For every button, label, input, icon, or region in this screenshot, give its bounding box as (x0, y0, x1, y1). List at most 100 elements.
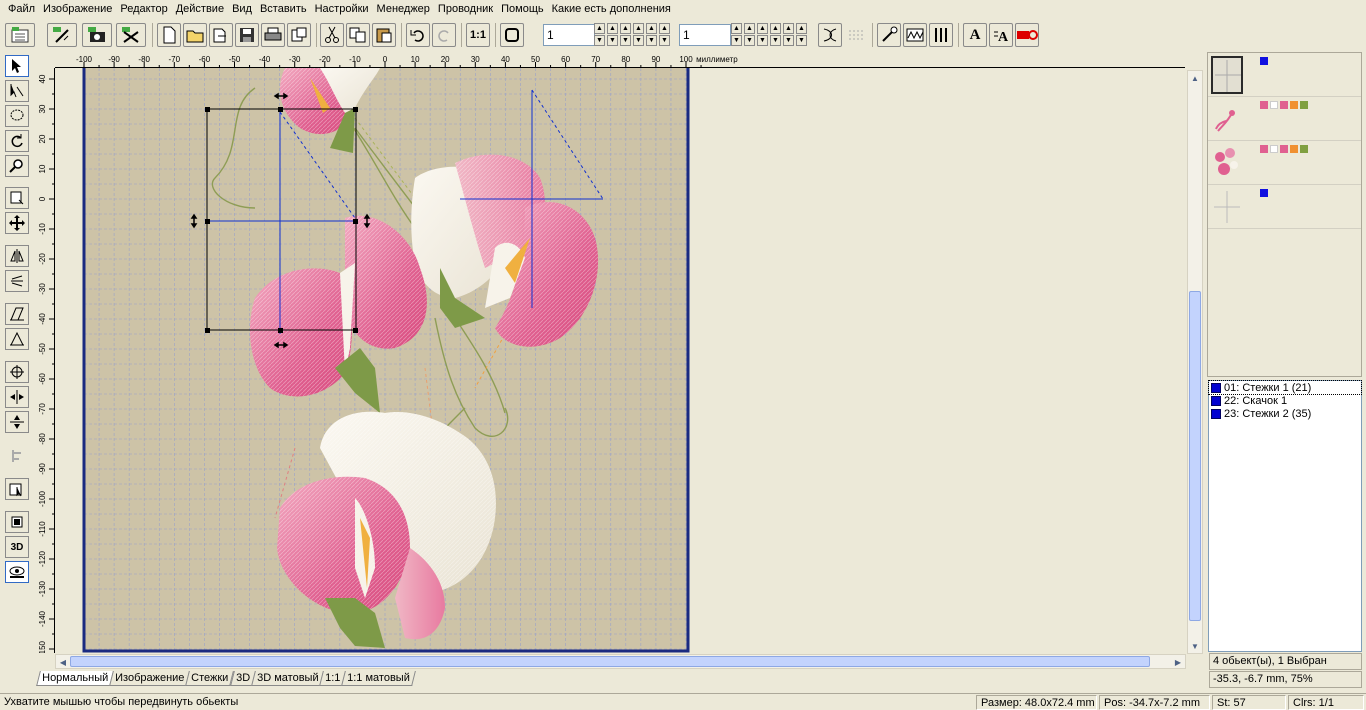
hoop-icon[interactable] (5, 23, 35, 47)
menu-editor[interactable]: Редактор (116, 0, 171, 18)
menu-settings[interactable]: Настройки (311, 0, 373, 18)
tab-stitches[interactable]: Стежки (185, 671, 235, 686)
list-item[interactable]: 01: Стежки 1 (21) (1208, 380, 1362, 395)
menu-addons[interactable]: Какие есть дополнения (548, 0, 675, 18)
resize-handle[interactable] (353, 328, 358, 333)
resize-handle[interactable] (205, 328, 210, 333)
text-tool-button[interactable]: A (963, 23, 987, 47)
spin-down-icon[interactable]: ▼ (731, 35, 742, 46)
spin-down-icon[interactable]: ▼ (796, 35, 807, 46)
view-3d-button[interactable]: 3D (5, 536, 29, 558)
mirror-vertical-icon[interactable] (5, 270, 29, 292)
stitch-path-icon[interactable] (818, 23, 842, 47)
stitch-select-icon[interactable] (5, 478, 29, 500)
spin-down-icon[interactable]: ▼ (757, 35, 768, 46)
align-vertical-icon[interactable] (5, 411, 29, 433)
spin-up-icon[interactable]: ▲ (757, 23, 768, 34)
scroll-up-icon[interactable]: ▲ (1188, 71, 1202, 85)
stitch-wand-icon[interactable] (47, 23, 77, 47)
menu-view[interactable]: Вид (228, 0, 256, 18)
lasso-icon[interactable] (5, 105, 29, 127)
spin-up-icon[interactable]: ▲ (796, 23, 807, 34)
dongle-key-icon[interactable] (1015, 23, 1039, 47)
menu-help[interactable]: Помощь (497, 0, 548, 18)
thumbnail-row[interactable] (1208, 53, 1361, 97)
menu-insert[interactable]: Вставить (256, 0, 311, 18)
thumbnail-row[interactable] (1208, 141, 1361, 185)
stitch-count-input-2[interactable]: 1 (679, 24, 731, 46)
node-edit-icon[interactable] (5, 80, 29, 102)
spin-down-icon[interactable]: ▼ (744, 35, 755, 46)
scroll-left-icon[interactable]: ◀ (56, 655, 70, 669)
resize-handle[interactable] (205, 107, 210, 112)
realistic-view-icon[interactable] (5, 561, 29, 583)
spin-up-icon[interactable]: ▲ (770, 23, 781, 34)
spin-down-icon[interactable]: ▼ (620, 35, 631, 46)
resize-handle[interactable] (278, 328, 283, 333)
save-icon[interactable] (235, 23, 259, 47)
vertical-scrollbar[interactable]: ▲ ▼ (1187, 70, 1203, 654)
scroll-thumb[interactable] (70, 656, 1150, 667)
menu-explorer[interactable]: Проводник (434, 0, 497, 18)
redo-icon[interactable] (432, 23, 456, 47)
waveform-icon[interactable] (903, 23, 927, 47)
text-path-icon[interactable]: A (989, 23, 1013, 47)
move-icon[interactable] (5, 212, 29, 234)
menu-image[interactable]: Изображение (39, 0, 116, 18)
angle-icon[interactable] (5, 328, 29, 350)
resize-handle[interactable] (353, 219, 358, 224)
scroll-thumb[interactable] (1189, 291, 1201, 621)
cut-icon[interactable] (320, 23, 344, 47)
horizontal-scrollbar[interactable]: ◀ ▶ (55, 654, 1186, 669)
spin-down-icon[interactable]: ▼ (646, 35, 657, 46)
skew-icon[interactable] (5, 303, 29, 325)
spin-up-icon[interactable]: ▲ (783, 23, 794, 34)
tab-1to1-matte[interactable]: 1:1 матовый (341, 671, 417, 686)
spin-up-icon[interactable]: ▲ (633, 23, 644, 34)
scroll-down-icon[interactable]: ▼ (1188, 639, 1202, 653)
mirror-horizontal-icon[interactable] (5, 245, 29, 267)
open-file-icon[interactable] (209, 23, 233, 47)
grid-cross-icon[interactable] (116, 23, 146, 47)
print-icon[interactable] (261, 23, 285, 47)
magic-wand-icon[interactable] (877, 23, 901, 47)
resize-handle[interactable] (353, 107, 358, 112)
list-item[interactable]: 23: Стежки 2 (35) (1209, 407, 1361, 420)
export-icon[interactable] (287, 23, 311, 47)
menu-file[interactable]: Файл (4, 0, 39, 18)
undo-icon[interactable] (406, 23, 430, 47)
tab-3d-matte[interactable]: 3D матовый (250, 671, 325, 686)
design-canvas[interactable] (55, 68, 1185, 653)
copy-icon[interactable] (346, 23, 370, 47)
spin-down-icon[interactable]: ▼ (633, 35, 644, 46)
spin-down-icon[interactable]: ▼ (659, 35, 670, 46)
tab-image[interactable]: Изображение (109, 671, 191, 686)
open-folder-icon[interactable] (183, 23, 207, 47)
stitch-count-input-1[interactable]: 1 (543, 24, 595, 46)
rotate-icon[interactable] (5, 130, 29, 152)
distribute-icon[interactable] (5, 445, 29, 467)
thumbnail-row[interactable] (1208, 97, 1361, 141)
spin-down-icon[interactable]: ▼ (594, 35, 605, 46)
tab-normal[interactable]: Нормальный (36, 671, 115, 686)
menu-manager[interactable]: Менеджер (373, 0, 434, 18)
spin-down-icon[interactable]: ▼ (783, 35, 794, 46)
spin-up-icon[interactable]: ▲ (646, 23, 657, 34)
spin-up-icon[interactable]: ▲ (607, 23, 618, 34)
density-icon[interactable] (929, 23, 953, 47)
zoom-1to1-button[interactable]: 1:1 (466, 23, 490, 47)
spin-up-icon[interactable]: ▲ (620, 23, 631, 34)
select-arrow-icon[interactable] (5, 55, 29, 77)
spin-up-icon[interactable]: ▲ (659, 23, 670, 34)
paste-icon[interactable] (372, 23, 396, 47)
menu-action[interactable]: Действие (172, 0, 228, 18)
resize-handle[interactable] (205, 219, 210, 224)
scroll-right-icon[interactable]: ▶ (1171, 655, 1185, 669)
thumbnail-row[interactable] (1208, 185, 1361, 229)
flat-view-icon[interactable] (5, 511, 29, 533)
spin-up-icon[interactable]: ▲ (744, 23, 755, 34)
resize-frame-icon[interactable] (5, 187, 29, 209)
stop-icon[interactable] (500, 23, 524, 47)
center-icon[interactable] (5, 361, 29, 383)
stitch-dots-icon[interactable] (844, 23, 868, 47)
